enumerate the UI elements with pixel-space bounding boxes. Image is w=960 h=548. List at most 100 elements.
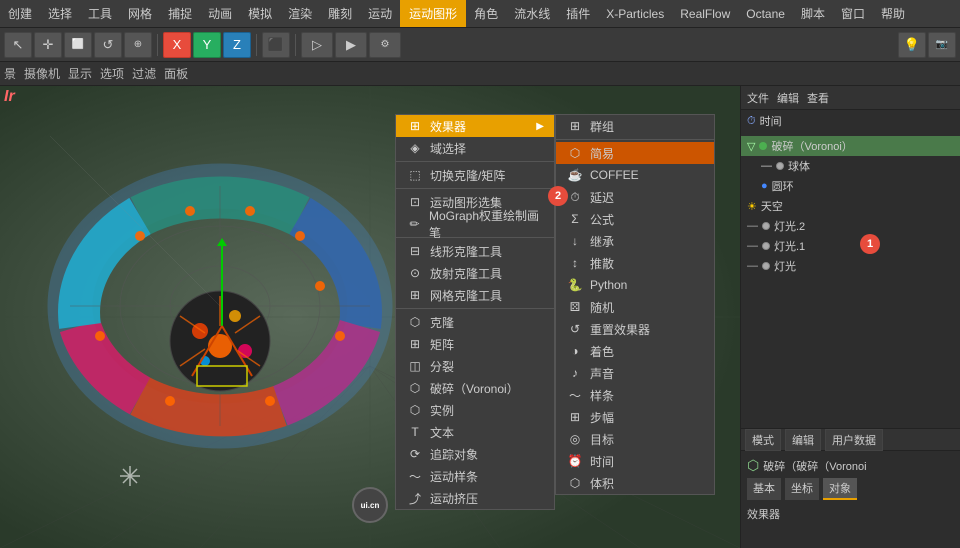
menu-octane[interactable]: Octane (738, 3, 793, 25)
effector-time[interactable]: ⏰ 时间 (556, 450, 714, 472)
menu-motion-spline[interactable]: 〜 运动样条 (396, 465, 554, 487)
menu-text[interactable]: T 文本 (396, 421, 554, 443)
tree-item-sky[interactable]: ☀ 天空 (741, 196, 960, 216)
tree-label-sphere: 球体 (788, 158, 810, 174)
object-btn[interactable]: ⬛ (262, 32, 290, 58)
menu-window[interactable]: 窗口 (833, 1, 873, 26)
effector-python[interactable]: 🐍 Python (556, 274, 714, 296)
render-settings-btn[interactable]: ⚙ (369, 32, 401, 58)
menu-motion-extrude[interactable]: ⤴ 运动挤压 (396, 487, 554, 509)
tree-dot-fracture (759, 142, 767, 150)
right-tab-view[interactable]: 查看 (807, 90, 829, 106)
menu-linear-clone[interactable]: ⊟ 线形克隆工具 (396, 240, 554, 262)
toolbar2-camera[interactable]: 摄像机 (24, 65, 60, 82)
toolbar2-display[interactable]: 显示 (68, 65, 92, 82)
right-tab-file[interactable]: 文件 (747, 90, 769, 106)
effector-delay[interactable]: ⏱ 延迟 (556, 186, 714, 208)
menu-trace[interactable]: ⟳ 追踪对象 (396, 443, 554, 465)
tree-item-light1[interactable]: — 灯光.1 (741, 236, 960, 256)
menu-sculpt[interactable]: 雕刻 (320, 1, 360, 26)
menu-plugin[interactable]: 插件 (558, 1, 598, 26)
toolbar2-filter[interactable]: 过滤 (132, 65, 156, 82)
menu-tools[interactable]: 工具 (80, 1, 120, 26)
x-axis-btn[interactable]: X (163, 32, 191, 58)
effector-formula[interactable]: Σ 公式 (556, 208, 714, 230)
effector-group[interactable]: ⊞ 群组 (556, 115, 714, 137)
grid-clone-icon: ⊞ (406, 286, 424, 304)
select-tool-btn[interactable]: ↖ (4, 32, 32, 58)
tree-item-light[interactable]: — 灯光 (741, 256, 960, 276)
effector-coffee[interactable]: ☕ COFFEE (556, 164, 714, 186)
menu-script[interactable]: 脚本 (793, 1, 833, 26)
y-axis-btn[interactable]: Y (193, 32, 221, 58)
menu-radial-clone[interactable]: ⊙ 放射克隆工具 (396, 262, 554, 284)
menu-domain-select[interactable]: ◈ 域选择 (396, 137, 554, 159)
prop-tab-coord[interactable]: 坐标 (785, 478, 819, 500)
effector-volume[interactable]: ⬡ 体积 (556, 472, 714, 494)
effector-step[interactable]: ⊞ 步幅 (556, 406, 714, 428)
menu-create[interactable]: 创建 (0, 1, 40, 26)
target-icon: ◎ (566, 430, 584, 448)
sound-icon: ♪ (566, 364, 584, 382)
light-btn[interactable]: 💡 (898, 32, 926, 58)
render-region-btn[interactable]: ▷ (301, 32, 333, 58)
prop-tab-basic[interactable]: 基本 (747, 478, 781, 500)
tree-icon-light: — (747, 260, 758, 272)
toolbar2-view[interactable]: 景 (4, 65, 16, 82)
menu-snap[interactable]: 捕捉 (160, 1, 200, 26)
tree-item-fracture[interactable]: ▽ 破碎（Voronoi） (741, 136, 960, 156)
toolbar2-options[interactable]: 选项 (100, 65, 124, 82)
effector-reset[interactable]: ↺ 重置效果器 (556, 318, 714, 340)
effector-target[interactable]: ◎ 目标 (556, 428, 714, 450)
tree-item-torus[interactable]: ● 圆环 (741, 176, 960, 196)
tab-user-data[interactable]: 用户数据 (825, 429, 883, 451)
menu-voronoi[interactable]: ⬡ 破碎（Voronoi） (396, 377, 554, 399)
transform-tool-btn[interactable]: ⊕ (124, 32, 152, 58)
menu-fracture[interactable]: ◫ 分裂 (396, 355, 554, 377)
camera-btn[interactable]: 📷 (928, 32, 956, 58)
menu-switch-clone[interactable]: ⬚ 切换克隆/矩阵 (396, 164, 554, 186)
render-active-btn[interactable]: ▶ (335, 32, 367, 58)
menu-character[interactable]: 角色 (466, 1, 506, 26)
menu-sim[interactable]: 模拟 (240, 1, 280, 26)
move-tool-btn[interactable]: ✛ (34, 32, 62, 58)
toolbar2-panel[interactable]: 面板 (164, 65, 188, 82)
rotate-tool-btn[interactable]: ↺ (94, 32, 122, 58)
split-icon: ◫ (406, 357, 424, 375)
menu-mesh[interactable]: 网格 (120, 1, 160, 26)
menu-matrix[interactable]: ⊞ 矩阵 (396, 333, 554, 355)
tab-mode[interactable]: 模式 (745, 429, 781, 451)
effector-spline[interactable]: 〜 样条 (556, 384, 714, 406)
effector-inherit[interactable]: ↓ 继承 (556, 230, 714, 252)
menu-pipeline[interactable]: 流水线 (506, 1, 558, 26)
effector-simple[interactable]: ⬡ 简易 (556, 142, 714, 164)
time-icon: ⏱ (747, 115, 756, 128)
menu-instance[interactable]: ⬡ 实例 (396, 399, 554, 421)
effector-random[interactable]: ⚄ 随机 (556, 296, 714, 318)
effector-push[interactable]: ↕ 推散 (556, 252, 714, 274)
menu-realflow[interactable]: RealFlow (672, 3, 738, 25)
right-tab-edit[interactable]: 编辑 (777, 90, 799, 106)
menu-grid-clone[interactable]: ⊞ 网格克隆工具 (396, 284, 554, 306)
tab-edit[interactable]: 编辑 (785, 429, 821, 451)
menu-anim[interactable]: 动画 (200, 1, 240, 26)
tree-item-light2[interactable]: — 灯光.2 (741, 216, 960, 236)
menu-help[interactable]: 帮助 (873, 1, 913, 26)
menu-xparticles[interactable]: X-Particles (598, 3, 672, 25)
menu-effector-item[interactable]: ⊞ 效果器 ▶ (396, 115, 554, 137)
prop-tab-object[interactable]: 对象 (823, 478, 857, 500)
right-bottom-header: 模式 编辑 用户数据 (741, 429, 960, 451)
z-axis-btn[interactable]: Z (223, 32, 251, 58)
effector-shader[interactable]: ◑ 着色 (556, 340, 714, 362)
menu-select[interactable]: 选择 (40, 1, 80, 26)
watermark: ui.cn (352, 487, 388, 523)
right-bottom-panel: 模式 编辑 用户数据 ⬡ 破碎（破碎（Voronoi 基本 坐标 对象 效果器 (741, 428, 960, 548)
effector-sound[interactable]: ♪ 声音 (556, 362, 714, 384)
menu-mograph[interactable]: 运动图形 (400, 0, 466, 27)
menu-render[interactable]: 渲染 (280, 1, 320, 26)
menu-motion[interactable]: 运动 (360, 1, 400, 26)
menu-clone[interactable]: ⬡ 克隆 (396, 311, 554, 333)
scale-tool-btn[interactable]: ⬜ (64, 32, 92, 58)
tree-item-sphere[interactable]: — 球体 (741, 156, 960, 176)
menu-weight-brush[interactable]: ✏ MoGraph权重绘制画笔 (396, 213, 554, 235)
